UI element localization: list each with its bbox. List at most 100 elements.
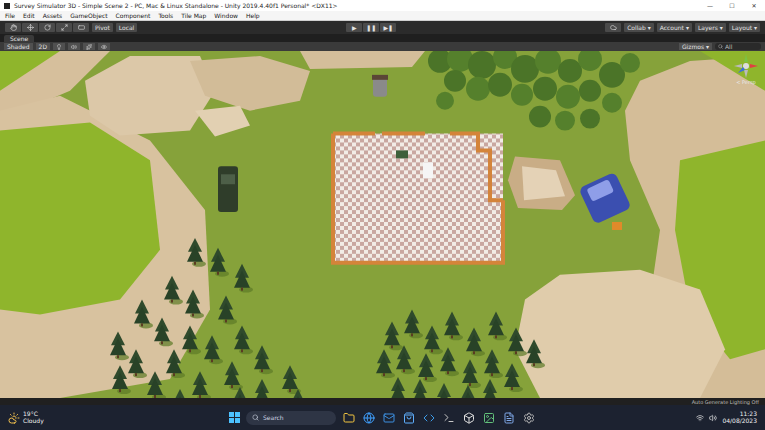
menu-item[interactable]: GameObject [70, 12, 107, 19]
taskbar-app[interactable] [442, 411, 456, 425]
jeep [218, 166, 238, 212]
scene-toolbar: Shaded2D Gizmos ▾All [0, 42, 765, 51]
title-bar: Survey Simulator 3D - Simple Scene 2 - P… [0, 0, 765, 11]
pine-tree [204, 335, 223, 364]
move-icon [27, 24, 34, 31]
visibility-toggle[interactable] [98, 43, 110, 50]
pine-tree [504, 363, 523, 392]
pine-tree [482, 379, 501, 398]
tab-bar: Scene [0, 34, 765, 42]
audio-toggle[interactable] [68, 43, 80, 50]
unity-logo-icon [4, 3, 10, 9]
scene-tab[interactable]: Scene [4, 35, 34, 42]
pine-tree [187, 238, 206, 267]
pine-tree [185, 290, 204, 319]
taskbar: 19°CCloudy Search 11:2304/08/2023 [0, 405, 765, 430]
space-button[interactable]: Local [116, 23, 138, 32]
tool-button[interactable] [56, 23, 72, 32]
pine-tree [460, 385, 479, 398]
taskbar-app[interactable] [502, 411, 516, 425]
scale-icon [61, 24, 68, 31]
menu-item[interactable]: Assets [43, 12, 63, 19]
cloud-icon [610, 24, 617, 31]
terminal-icon [443, 412, 455, 424]
menu-item[interactable]: Tile Map [181, 12, 206, 19]
windows-start-icon[interactable] [229, 412, 240, 423]
fenced-yard [333, 134, 503, 263]
pine-tree [526, 339, 545, 368]
pine-tree [110, 331, 129, 360]
taskbar-app[interactable] [422, 411, 436, 425]
pine-tree [254, 379, 273, 398]
2d-toggle[interactable]: 2D [36, 43, 50, 50]
perspective-label[interactable]: < Persp [736, 79, 756, 85]
unity-icon [463, 412, 475, 424]
clock[interactable]: 11:2304/08/2023 [722, 411, 757, 425]
window-control-button[interactable]: ☐ [721, 2, 743, 9]
play-control-button[interactable]: ❚❚ [363, 23, 379, 32]
scene-render[interactable] [0, 51, 765, 398]
window-control-button[interactable]: ✕ [743, 2, 765, 9]
pine-tree [218, 296, 237, 325]
play-control-button[interactable]: ▶❚ [380, 23, 396, 32]
photos-icon [483, 412, 495, 424]
pine-tree [234, 325, 253, 354]
menu-item[interactable]: Component [116, 12, 151, 19]
pine-tree [128, 349, 147, 378]
orientation-gizmo[interactable]: < Persp [733, 53, 759, 85]
scene-search[interactable]: All [715, 43, 761, 50]
lighting-toggle[interactable] [53, 43, 65, 50]
taskbar-app[interactable] [362, 411, 376, 425]
taskbar-search[interactable]: Search [246, 411, 336, 425]
menu-item[interactable]: Window [214, 12, 238, 19]
pine-tree [112, 365, 131, 394]
pine-tree [166, 349, 185, 378]
search-icon [252, 414, 259, 421]
tool-button[interactable] [22, 23, 38, 32]
pivot-button[interactable]: Pivot [92, 23, 113, 32]
rect-icon [78, 24, 85, 31]
toolbar-dropdown[interactable]: Collab ▾ [624, 23, 654, 32]
cloud-button[interactable] [605, 23, 621, 32]
toolbar-dropdown[interactable]: Layout ▾ [729, 23, 760, 32]
shading-dropdown[interactable]: Shaded [4, 43, 33, 50]
pine-tree [210, 248, 229, 277]
toolbar-dropdown[interactable]: Account ▾ [657, 23, 692, 32]
axis-gizmo-icon [733, 53, 759, 79]
tool-button[interactable] [5, 23, 21, 32]
menu-item[interactable]: Help [246, 12, 260, 19]
pine-tree [290, 389, 309, 398]
gizmos-dropdown[interactable]: Gizmos ▾ [679, 43, 712, 50]
wifi-icon[interactable] [696, 414, 704, 422]
pine-tree [134, 300, 153, 329]
taskbar-app[interactable] [402, 411, 416, 425]
pine-tree [376, 349, 395, 378]
scene-view[interactable]: < Persp [0, 51, 765, 398]
taskbar-app[interactable] [462, 411, 476, 425]
toolbar-dropdown[interactable]: Layers ▾ [695, 23, 726, 32]
pine-tree [192, 371, 211, 398]
taskbar-app[interactable] [342, 411, 356, 425]
effects-toggle[interactable] [83, 43, 95, 50]
pine-tree [412, 379, 431, 398]
search-icon [718, 44, 723, 49]
grass [0, 51, 765, 398]
tool-button[interactable] [73, 23, 89, 32]
taskbar-apps: Search [128, 411, 637, 425]
code-editor-icon [423, 412, 435, 424]
play-controls: ▶❚❚▶❚ [346, 23, 396, 32]
menu-item[interactable]: Edit [23, 12, 35, 19]
time: 11:23 [740, 411, 757, 418]
pine-tree [488, 311, 507, 340]
volume-icon[interactable] [709, 414, 717, 422]
menu-item[interactable]: File [5, 12, 15, 19]
play-control-button[interactable]: ▶ [346, 23, 362, 32]
taskbar-app[interactable] [522, 411, 536, 425]
bushes [428, 51, 640, 131]
menu-item[interactable]: Tools [158, 12, 173, 19]
tool-button[interactable] [39, 23, 55, 32]
taskbar-app[interactable] [482, 411, 496, 425]
weather-widget[interactable]: 19°CCloudy [8, 411, 128, 425]
window-control-button[interactable]: — [699, 2, 721, 9]
taskbar-app[interactable] [382, 411, 396, 425]
